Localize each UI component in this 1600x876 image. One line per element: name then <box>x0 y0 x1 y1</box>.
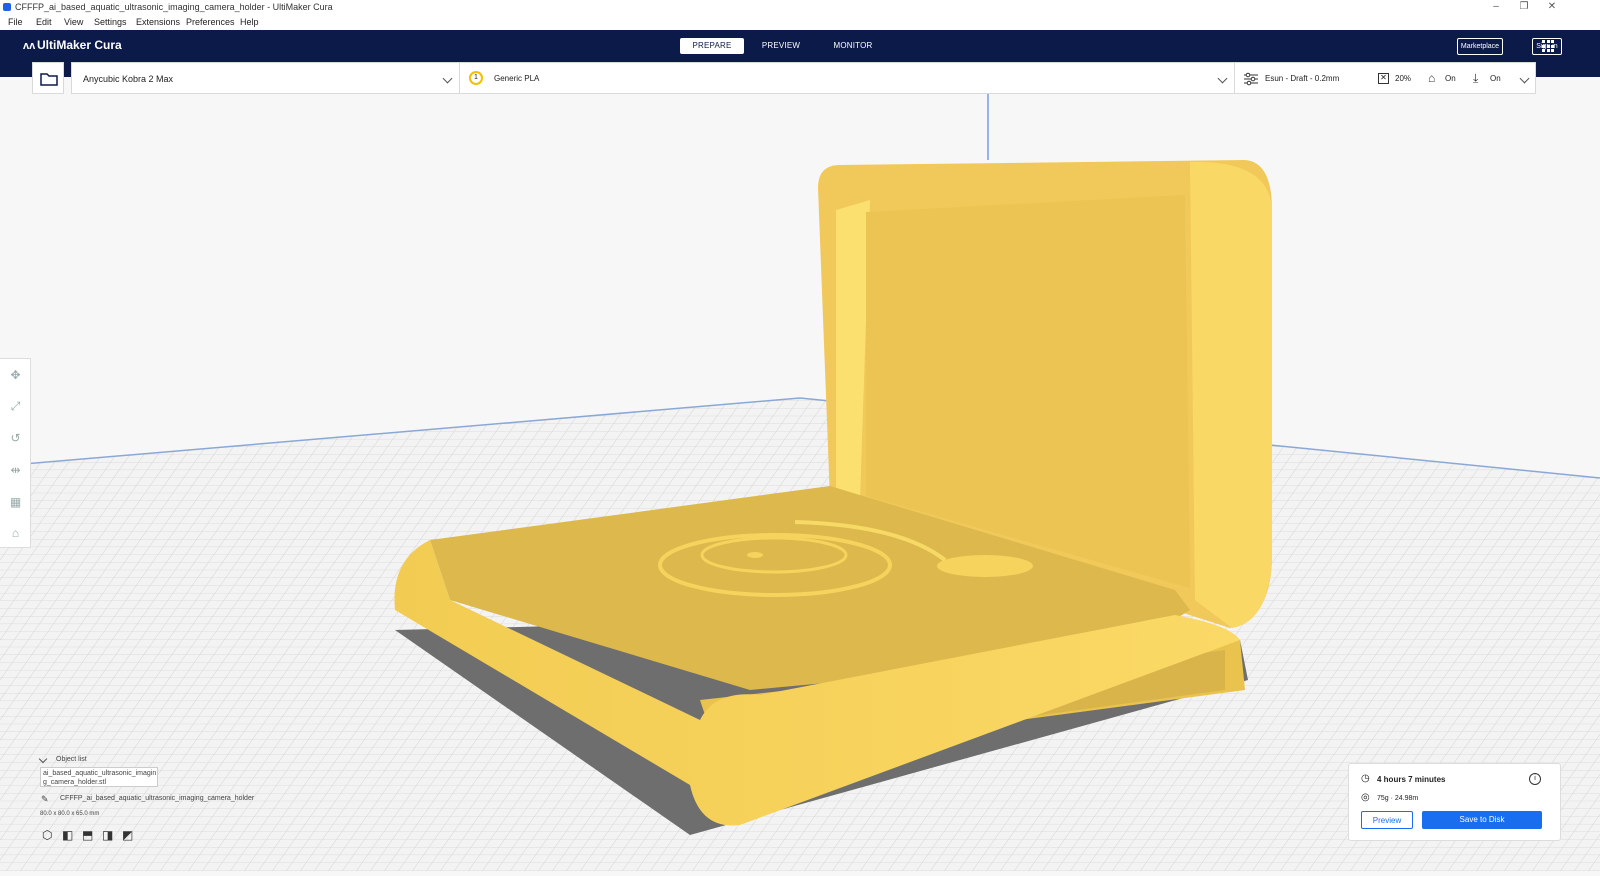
mirror-icon[interactable]: ⇹ <box>9 464 22 477</box>
object-list-item[interactable]: ai_based_aquatic_ultrasonic_imagin g_cam… <box>40 767 158 787</box>
print-action-panel: ◷ 4 hours 7 minutes i ◎ 75g · 24.98m Pre… <box>1348 763 1561 841</box>
rotate-icon[interactable]: ↺ <box>9 432 22 445</box>
view-front-icon[interactable]: ◧ <box>62 828 73 842</box>
menu-bar: File Edit View Settings Extensions Prefe… <box>0 14 1600 30</box>
menu-extensions[interactable]: Extensions <box>136 14 180 30</box>
info-icon[interactable]: i <box>1529 773 1541 785</box>
build-plate-scene <box>0 94 1600 871</box>
printer-selector[interactable]: Anycubic Kobra 2 Max <box>71 62 460 94</box>
view-top-icon[interactable]: ⬒ <box>82 828 93 842</box>
menu-help[interactable]: Help <box>240 14 259 30</box>
chevron-down-icon <box>442 73 453 84</box>
profile-name: Esun - Draft - 0.2mm <box>1265 74 1340 83</box>
tab-monitor[interactable]: MONITOR <box>822 38 884 54</box>
window-title: CFFFP_ai_based_aquatic_ultrasonic_imagin… <box>15 2 333 12</box>
spool-icon: ◎ <box>1361 792 1370 803</box>
view-buttons: ⬡ ◧ ⬒ ◨ ◩ <box>40 828 140 844</box>
settings-sliders-icon <box>1244 72 1258 86</box>
preview-button[interactable]: Preview <box>1361 811 1413 829</box>
print-time: 4 hours 7 minutes <box>1377 775 1446 784</box>
material-selector[interactable]: 1 Generic PLA <box>459 62 1235 94</box>
material-estimate: 75g · 24.98m <box>1377 795 1419 802</box>
model-oval-cutout <box>937 555 1033 577</box>
menu-settings[interactable]: Settings <box>94 14 127 30</box>
pencil-icon[interactable]: ✎ <box>41 794 49 805</box>
model-wall-edge <box>1190 161 1272 628</box>
folder-icon <box>40 73 58 86</box>
logo-text: UltiMaker Cura <box>37 38 122 52</box>
printer-name: Anycubic Kobra 2 Max <box>83 74 174 84</box>
per-model-settings-icon[interactable]: ▦ <box>9 496 22 509</box>
chevron-down-icon <box>1217 73 1228 84</box>
infill-value: 20% <box>1395 74 1412 83</box>
adhesion-value: On <box>1490 74 1501 83</box>
scale-icon[interactable]: ⤢ <box>9 400 22 413</box>
view-right-icon[interactable]: ◩ <box>122 828 133 842</box>
ultimaker-logo: ʌʌ UltiMaker Cura <box>23 38 122 52</box>
cura-app-icon <box>3 3 11 11</box>
support-icon: ⌂ <box>1428 71 1436 85</box>
move-icon[interactable]: ✥ <box>9 369 22 382</box>
object-filename-line1: ai_based_aquatic_ultrasonic_imagin <box>43 770 157 777</box>
extruder-badge: 1 <box>469 71 483 85</box>
menu-preferences[interactable]: Preferences <box>186 14 235 30</box>
object-name: CFFFP_ai_based_aquatic_ultrasonic_imagin… <box>60 795 255 802</box>
transform-toolbar: ✥ ⤢ ↺ ⇹ ▦ ⌂ <box>0 358 31 548</box>
marketplace-button[interactable]: Marketplace <box>1457 38 1503 55</box>
model-ring-center <box>747 552 763 558</box>
chevron-down-icon <box>1519 73 1530 84</box>
clock-icon: ◷ <box>1361 773 1370 784</box>
material-name: Generic PLA <box>494 74 540 83</box>
support-value: On <box>1445 74 1456 83</box>
print-settings-selector[interactable]: Esun - Draft - 0.2mm ✕ 20% ⌂ On ⤓ On <box>1234 62 1536 94</box>
support-blocker-icon[interactable]: ⌂ <box>9 527 22 540</box>
save-to-disk-button[interactable]: Save to Disk <box>1422 811 1542 829</box>
3d-viewport[interactable] <box>0 94 1600 871</box>
infill-icon: ✕ <box>1378 73 1389 84</box>
minimize-button[interactable]: – <box>1482 0 1510 14</box>
close-button[interactable]: ✕ <box>1538 0 1566 14</box>
view-3d-icon[interactable]: ⬡ <box>42 828 52 842</box>
window-titlebar: CFFFP_ai_based_aquatic_ultrasonic_imagin… <box>0 0 1600 14</box>
ultimaker-logo-icon: ʌʌ <box>23 40 36 52</box>
menu-view[interactable]: View <box>64 14 83 30</box>
open-file-button[interactable] <box>32 62 64 94</box>
adhesion-icon: ⤓ <box>1473 71 1479 85</box>
view-left-icon[interactable]: ◨ <box>102 828 113 842</box>
menu-file[interactable]: File <box>8 14 23 30</box>
sign-in-button[interactable]: Sign in <box>1532 38 1562 55</box>
tab-prepare[interactable]: PREPARE <box>680 38 744 54</box>
tab-preview[interactable]: PREVIEW <box>752 38 810 54</box>
menu-edit[interactable]: Edit <box>36 14 52 30</box>
object-list-header[interactable]: Object list <box>56 756 87 763</box>
restore-button[interactable]: ❐ <box>1510 0 1538 14</box>
object-filename-line2: g_camera_holder.stl <box>43 779 107 786</box>
object-dimensions: 80.0 x 80.0 x 65.0 mm <box>40 811 100 817</box>
